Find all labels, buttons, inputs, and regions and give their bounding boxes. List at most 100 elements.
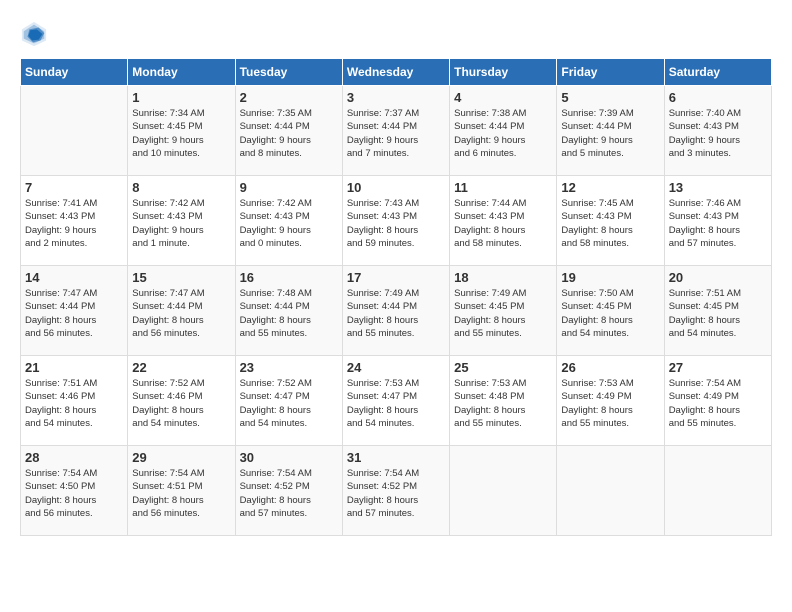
day-number: 4 <box>454 90 552 105</box>
day-info: Sunrise: 7:49 AM Sunset: 4:45 PM Dayligh… <box>454 287 552 340</box>
day-number: 26 <box>561 360 659 375</box>
day-number: 18 <box>454 270 552 285</box>
header-cell-wednesday: Wednesday <box>342 59 449 86</box>
day-info: Sunrise: 7:46 AM Sunset: 4:43 PM Dayligh… <box>669 197 767 250</box>
calendar-cell: 15 Sunrise: 7:47 AM Sunset: 4:44 PM Dayli… <box>128 266 235 356</box>
day-info: Sunrise: 7:48 AM Sunset: 4:44 PM Dayligh… <box>240 287 338 340</box>
day-info: Sunrise: 7:53 AM Sunset: 4:49 PM Dayligh… <box>561 377 659 430</box>
day-number: 6 <box>669 90 767 105</box>
calendar-cell: 21 Sunrise: 7:51 AM Sunset: 4:46 PM Dayli… <box>21 356 128 446</box>
header-cell-thursday: Thursday <box>450 59 557 86</box>
calendar-cell: 26 Sunrise: 7:53 AM Sunset: 4:49 PM Dayli… <box>557 356 664 446</box>
header-cell-monday: Monday <box>128 59 235 86</box>
day-info: Sunrise: 7:51 AM Sunset: 4:46 PM Dayligh… <box>25 377 123 430</box>
day-number: 31 <box>347 450 445 465</box>
calendar-cell: 25 Sunrise: 7:53 AM Sunset: 4:48 PM Dayli… <box>450 356 557 446</box>
day-info: Sunrise: 7:54 AM Sunset: 4:52 PM Dayligh… <box>240 467 338 520</box>
day-info: Sunrise: 7:54 AM Sunset: 4:51 PM Dayligh… <box>132 467 230 520</box>
day-info: Sunrise: 7:44 AM Sunset: 4:43 PM Dayligh… <box>454 197 552 250</box>
day-number: 14 <box>25 270 123 285</box>
calendar-cell: 23 Sunrise: 7:52 AM Sunset: 4:47 PM Dayli… <box>235 356 342 446</box>
day-info: Sunrise: 7:52 AM Sunset: 4:47 PM Dayligh… <box>240 377 338 430</box>
calendar-week-5: 28Sunrise: 7:54 AM Sunset: 4:50 PM Dayli… <box>21 446 772 536</box>
day-info: Sunrise: 7:51 AM Sunset: 4:45 PM Dayligh… <box>669 287 767 340</box>
calendar-cell: 5 Sunrise: 7:39 AM Sunset: 4:44 PM Daylig… <box>557 86 664 176</box>
day-number: 20 <box>669 270 767 285</box>
calendar-week-2: 7Sunrise: 7:41 AM Sunset: 4:43 PM Daylig… <box>21 176 772 266</box>
day-number: 25 <box>454 360 552 375</box>
day-info: Sunrise: 7:54 AM Sunset: 4:50 PM Dayligh… <box>25 467 123 520</box>
calendar-cell: 24 Sunrise: 7:53 AM Sunset: 4:47 PM Dayli… <box>342 356 449 446</box>
day-number: 11 <box>454 180 552 195</box>
day-number: 17 <box>347 270 445 285</box>
calendar-cell <box>557 446 664 536</box>
day-number: 19 <box>561 270 659 285</box>
day-number: 7 <box>25 180 123 195</box>
day-info: Sunrise: 7:39 AM Sunset: 4:44 PM Dayligh… <box>561 107 659 160</box>
calendar-cell: 19 Sunrise: 7:50 AM Sunset: 4:45 PM Dayli… <box>557 266 664 356</box>
calendar-cell: 14Sunrise: 7:47 AM Sunset: 4:44 PM Dayli… <box>21 266 128 356</box>
header-cell-friday: Friday <box>557 59 664 86</box>
day-number: 16 <box>240 270 338 285</box>
day-number: 12 <box>561 180 659 195</box>
day-number: 3 <box>347 90 445 105</box>
day-info: Sunrise: 7:54 AM Sunset: 4:52 PM Dayligh… <box>347 467 445 520</box>
calendar-cell: 29 Sunrise: 7:54 AM Sunset: 4:51 PM Dayli… <box>128 446 235 536</box>
calendar-cell: 10 Sunrise: 7:43 AM Sunset: 4:43 PM Dayli… <box>342 176 449 266</box>
calendar-cell: 30 Sunrise: 7:54 AM Sunset: 4:52 PM Dayli… <box>235 446 342 536</box>
calendar-cell: 20 Sunrise: 7:51 AM Sunset: 4:45 PM Dayli… <box>664 266 771 356</box>
day-info: Sunrise: 7:49 AM Sunset: 4:44 PM Dayligh… <box>347 287 445 340</box>
day-number: 10 <box>347 180 445 195</box>
calendar-cell: 28Sunrise: 7:54 AM Sunset: 4:50 PM Dayli… <box>21 446 128 536</box>
calendar-cell <box>450 446 557 536</box>
calendar-cell: 13 Sunrise: 7:46 AM Sunset: 4:43 PM Dayli… <box>664 176 771 266</box>
calendar-cell: 1 Sunrise: 7:34 AM Sunset: 4:45 PM Daylig… <box>128 86 235 176</box>
calendar-cell: 7Sunrise: 7:41 AM Sunset: 4:43 PM Daylig… <box>21 176 128 266</box>
day-number: 22 <box>132 360 230 375</box>
day-info: Sunrise: 7:52 AM Sunset: 4:46 PM Dayligh… <box>132 377 230 430</box>
calendar-week-1: 1 Sunrise: 7:34 AM Sunset: 4:45 PM Daylig… <box>21 86 772 176</box>
calendar-cell: 2Sunrise: 7:35 AM Sunset: 4:44 PM Daylig… <box>235 86 342 176</box>
day-info: Sunrise: 7:45 AM Sunset: 4:43 PM Dayligh… <box>561 197 659 250</box>
day-info: Sunrise: 7:35 AM Sunset: 4:44 PM Dayligh… <box>240 107 338 160</box>
calendar-week-4: 21 Sunrise: 7:51 AM Sunset: 4:46 PM Dayli… <box>21 356 772 446</box>
calendar-cell: 17 Sunrise: 7:49 AM Sunset: 4:44 PM Dayli… <box>342 266 449 356</box>
day-info: Sunrise: 7:47 AM Sunset: 4:44 PM Dayligh… <box>132 287 230 340</box>
calendar-cell: 8 Sunrise: 7:42 AM Sunset: 4:43 PM Daylig… <box>128 176 235 266</box>
day-info: Sunrise: 7:34 AM Sunset: 4:45 PM Dayligh… <box>132 107 230 160</box>
day-info: Sunrise: 7:53 AM Sunset: 4:47 PM Dayligh… <box>347 377 445 430</box>
day-info: Sunrise: 7:37 AM Sunset: 4:44 PM Dayligh… <box>347 107 445 160</box>
calendar-cell <box>21 86 128 176</box>
calendar-cell: 9Sunrise: 7:42 AM Sunset: 4:43 PM Daylig… <box>235 176 342 266</box>
calendar-cell: 18 Sunrise: 7:49 AM Sunset: 4:45 PM Dayli… <box>450 266 557 356</box>
header-cell-saturday: Saturday <box>664 59 771 86</box>
day-number: 13 <box>669 180 767 195</box>
day-number: 29 <box>132 450 230 465</box>
header-row: SundayMondayTuesdayWednesdayThursdayFrid… <box>21 59 772 86</box>
day-number: 5 <box>561 90 659 105</box>
calendar-cell: 12 Sunrise: 7:45 AM Sunset: 4:43 PM Dayli… <box>557 176 664 266</box>
day-info: Sunrise: 7:40 AM Sunset: 4:43 PM Dayligh… <box>669 107 767 160</box>
calendar-cell: 27 Sunrise: 7:54 AM Sunset: 4:49 PM Dayli… <box>664 356 771 446</box>
day-info: Sunrise: 7:42 AM Sunset: 4:43 PM Dayligh… <box>132 197 230 250</box>
day-number: 21 <box>25 360 123 375</box>
day-number: 27 <box>669 360 767 375</box>
day-number: 24 <box>347 360 445 375</box>
day-info: Sunrise: 7:54 AM Sunset: 4:49 PM Dayligh… <box>669 377 767 430</box>
day-info: Sunrise: 7:53 AM Sunset: 4:48 PM Dayligh… <box>454 377 552 430</box>
calendar-cell: 22 Sunrise: 7:52 AM Sunset: 4:46 PM Dayli… <box>128 356 235 446</box>
day-number: 8 <box>132 180 230 195</box>
calendar-cell: 6 Sunrise: 7:40 AM Sunset: 4:43 PM Daylig… <box>664 86 771 176</box>
logo-icon <box>20 20 48 48</box>
day-info: Sunrise: 7:43 AM Sunset: 4:43 PM Dayligh… <box>347 197 445 250</box>
day-number: 1 <box>132 90 230 105</box>
day-number: 15 <box>132 270 230 285</box>
header-cell-tuesday: Tuesday <box>235 59 342 86</box>
day-info: Sunrise: 7:38 AM Sunset: 4:44 PM Dayligh… <box>454 107 552 160</box>
day-number: 23 <box>240 360 338 375</box>
day-number: 30 <box>240 450 338 465</box>
day-info: Sunrise: 7:50 AM Sunset: 4:45 PM Dayligh… <box>561 287 659 340</box>
page-header <box>20 20 772 48</box>
calendar-cell: 4 Sunrise: 7:38 AM Sunset: 4:44 PM Daylig… <box>450 86 557 176</box>
calendar-cell: 11 Sunrise: 7:44 AM Sunset: 4:43 PM Dayli… <box>450 176 557 266</box>
